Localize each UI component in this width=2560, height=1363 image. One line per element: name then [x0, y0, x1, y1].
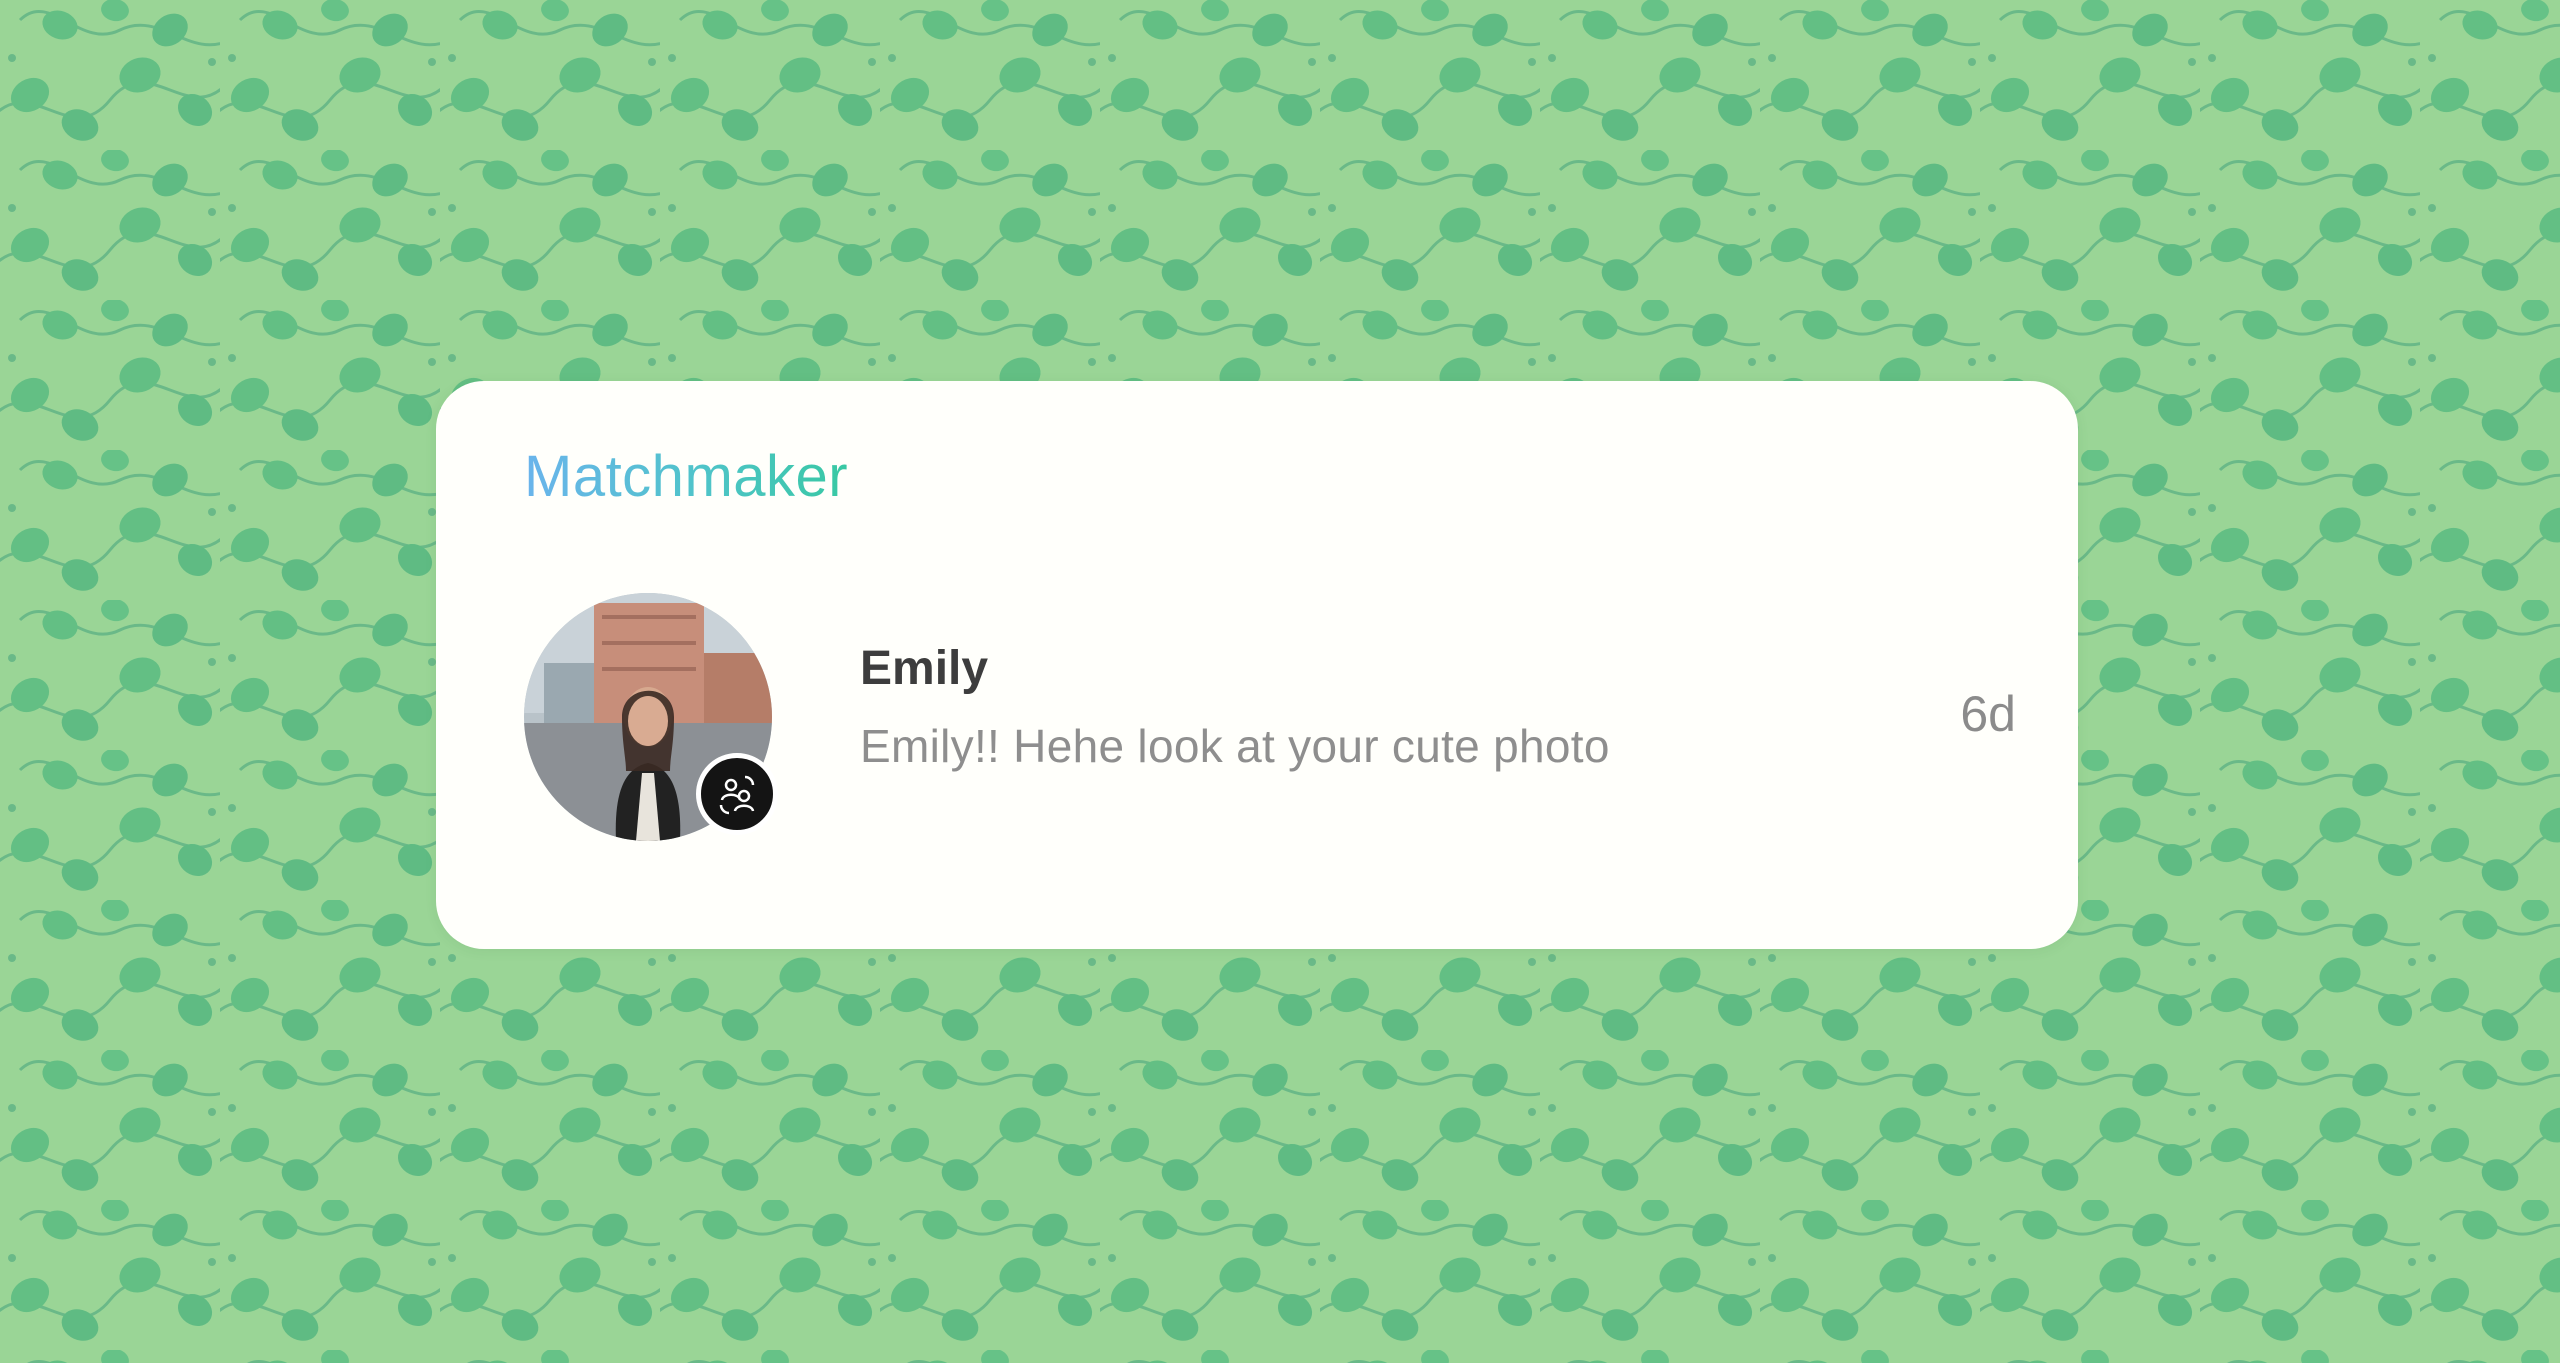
- chat-message-preview: Emily!! Hehe look at your cute photo: [860, 720, 1610, 772]
- matchmaker-card: Matchmaker Emily Emily!! Hehe look at yo…: [436, 381, 2078, 949]
- chat-list-item[interactable]: Emily Emily!! Hehe look at your cute pho…: [524, 593, 2016, 853]
- chat-contact-name: Emily: [860, 642, 989, 695]
- matchmaker-badge-icon: [696, 753, 778, 835]
- chat-timestamp: 6d: [1960, 686, 2016, 742]
- card-title: Matchmaker: [524, 444, 849, 509]
